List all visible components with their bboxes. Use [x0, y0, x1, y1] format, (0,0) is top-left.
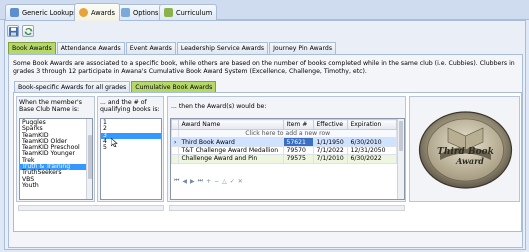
awards-table: Award Name Item # Effective Expiration C…	[171, 119, 397, 164]
club-name-list[interactable]: Puggles Sparks TeamKID TeamKID Older Tea…	[19, 118, 93, 200]
club-list-scrollbar[interactable]	[86, 119, 92, 199]
nav-next-icon[interactable]: ▶	[190, 178, 195, 185]
tab-journey-pin-awards[interactable]: Journey Pin Awards	[269, 42, 337, 54]
tab-options[interactable]: Options	[116, 4, 164, 20]
refresh-icon	[24, 27, 32, 35]
qualifying-books-caption: ... and the # of qualifying books is:	[100, 99, 160, 113]
nav-edit-icon[interactable]: △	[222, 178, 227, 185]
table-row[interactable]: Challenge Award and Pin 79575 7/1/2010 6…	[171, 154, 397, 164]
options-icon	[121, 8, 130, 17]
tab-book-awards[interactable]: Book Awards	[8, 42, 56, 54]
list-item[interactable]: Youth	[20, 182, 92, 189]
item-number-cell[interactable]: 79570	[283, 145, 315, 156]
grid-horizontal-scrollbar[interactable]	[169, 205, 405, 211]
awards-caption: ... then the Award(s) would be:	[171, 103, 267, 110]
grid-navigator: ⏮ ◀ ▶ ⏭ + − △ ✓ ✕	[171, 177, 243, 185]
mouse-cursor-icon	[111, 138, 118, 147]
awards-grid-scrollbar[interactable]	[397, 119, 404, 199]
awards-grid: Award Name Item # Effective Expiration C…	[170, 118, 405, 200]
awards-group: ... then the Award(s) would be: Award Na…	[167, 96, 406, 202]
item-number-cell[interactable]: 79575	[283, 154, 315, 164]
nav-cancel-icon[interactable]: ✕	[238, 178, 243, 185]
nav-first-icon[interactable]: ⏮	[174, 177, 179, 185]
medallion-line2: Award	[455, 156, 484, 166]
qualifying-books-list[interactable]: 1 2 3 4 5	[100, 118, 162, 200]
refresh-button[interactable]	[22, 25, 34, 37]
nav-add-icon[interactable]: +	[206, 178, 211, 185]
tab-awards[interactable]: Awards	[74, 3, 120, 21]
club-name-caption: When the member's Base Club Name is:	[19, 99, 82, 113]
expiration-cell[interactable]: 12/31/2050	[347, 145, 397, 156]
award-image-panel: Third Book Award	[409, 96, 520, 202]
tab-event-awards[interactable]: Event Awards	[125, 42, 176, 54]
effective-cell[interactable]: 7/1/2022	[313, 145, 349, 156]
tab-book-specific-awards[interactable]: Book-specific Awards for all grades	[14, 81, 131, 92]
table-row[interactable]: T&T Challenge Award Medallion 79570 7/1/…	[171, 145, 397, 156]
column-header[interactable]: Expiration	[347, 119, 397, 130]
tab-label: Generic Lookups	[22, 8, 77, 17]
tab-leadership-service-awards[interactable]: Leadership Service Awards	[176, 42, 269, 54]
qualifying-books-group: ... and the # of qualifying books is: 1 …	[97, 96, 164, 202]
toolbar	[7, 25, 43, 38]
tab-curriculum[interactable]: Curriculum	[159, 4, 218, 20]
award-name-cell[interactable]: Challenge Award and Pin	[178, 154, 285, 164]
nav-delete-icon[interactable]: −	[214, 178, 219, 185]
expiration-cell[interactable]: 6/30/2010	[347, 137, 397, 147]
tab-label: Curriculum	[176, 8, 213, 17]
table-row[interactable]: › Third Book Award 57621 1/1/1950 6/30/2…	[171, 137, 397, 147]
description-text: Some Book Awards are associated to a spe…	[13, 60, 515, 75]
club-name-group: When the member's Base Club Name is: Pug…	[16, 96, 95, 202]
effective-cell[interactable]: 7/1/2010	[313, 154, 349, 164]
award-icon	[79, 8, 88, 17]
tab-attendance-awards[interactable]: Attendance Awards	[56, 42, 125, 54]
tab-cumulative-book-awards[interactable]: Cumulative Book Awards	[131, 81, 217, 92]
row-indicator-header	[171, 119, 180, 130]
award-medallion-image: Third Book Award	[418, 111, 513, 189]
nav-prev-icon[interactable]: ◀	[182, 178, 187, 185]
book-award-mode-tabs: Book-specific Awards for all grades Cumu…	[14, 81, 217, 92]
award-name-cell[interactable]: Third Book Award	[178, 137, 285, 147]
add-new-row[interactable]: Click here to add a new row	[178, 128, 397, 139]
column-header[interactable]: Award Name	[178, 119, 285, 130]
row-indicator: ›	[171, 137, 180, 147]
award-name-cell[interactable]: T&T Challenge Award Medallion	[178, 145, 285, 156]
lists-horizontal-scrollbar[interactable]	[18, 205, 164, 211]
effective-cell[interactable]: 1/1/1950	[313, 137, 349, 147]
column-header[interactable]: Effective	[313, 119, 349, 130]
save-icon	[8, 26, 18, 36]
curriculum-icon	[164, 8, 173, 17]
tab-generic-lookups[interactable]: Generic Lookups	[5, 4, 82, 20]
tab-label: Options	[133, 8, 159, 17]
nav-post-icon[interactable]: ✓	[230, 178, 235, 185]
tab-label: Awards	[91, 8, 115, 17]
nav-last-icon[interactable]: ⏭	[198, 177, 203, 185]
lookup-icon	[10, 8, 19, 17]
item-number-cell[interactable]: 57621	[283, 137, 315, 147]
save-button[interactable]	[7, 25, 19, 37]
column-header[interactable]: Item #	[283, 119, 315, 130]
list-item[interactable]: 5	[101, 144, 161, 151]
expiration-cell[interactable]: 6/30/2022	[347, 154, 397, 164]
award-type-tabs: Book Awards Attendance Awards Event Awar…	[8, 42, 337, 54]
